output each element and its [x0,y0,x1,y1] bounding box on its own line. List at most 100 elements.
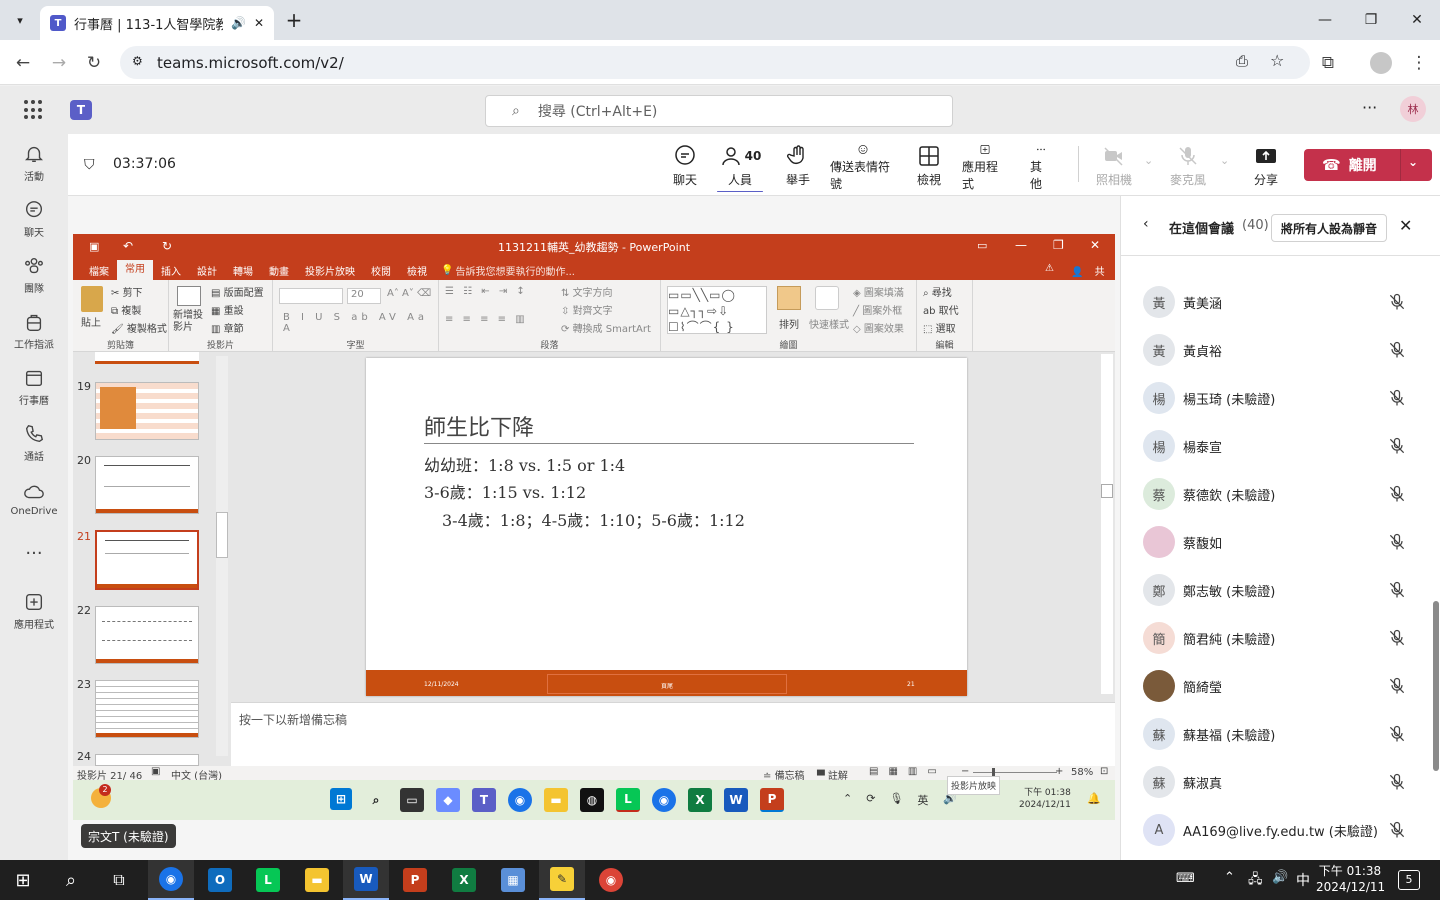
section-button[interactable]: ▥ 章節 [211,320,244,335]
taskbar-excel[interactable]: X [441,860,487,900]
participant-row[interactable]: 黃黃美涵 [1121,278,1421,326]
more-button[interactable]: 其他 [1030,144,1052,192]
arrange-label[interactable]: 排列 [779,316,799,331]
rail-item-chat[interactable]: 聊天 [0,192,68,246]
save-icon[interactable]: ▣ [89,240,99,253]
collapse-chevron-icon[interactable]: ‹ [1143,216,1149,232]
participant-row[interactable]: 簡綺瑩 [1121,662,1421,710]
mic-off-icon[interactable] [1387,820,1407,840]
smartart-button[interactable]: ⟳ 轉換成 SmartArt [561,320,651,335]
edit-scrollbar[interactable] [1101,354,1113,694]
slide-title[interactable]: 師生比下降 [424,410,534,442]
participant-row[interactable]: 蘇蘇淑真 [1121,758,1421,806]
taskbar-explorer[interactable]: ▬ [294,860,340,900]
bookmark-star-icon[interactable]: ☆ [1270,51,1284,70]
windows-start-icon[interactable]: ⊞ [0,860,46,900]
rail-item-onedrive[interactable]: OneDrive [0,472,68,526]
copy-button[interactable]: ⧉ 複製 [111,302,141,317]
close-window-button[interactable]: ✕ [1394,0,1440,40]
browser-menu-icon[interactable]: ⋮ [1404,48,1434,78]
volume-icon[interactable]: 🔊 [1272,870,1288,885]
participant-row[interactable]: 鄭鄭志敏 (未驗證) [1121,566,1421,614]
font-name-box[interactable] [279,288,343,304]
scroll-thumb[interactable] [216,512,228,558]
mic-options-chevron-icon[interactable]: ⌄ [1220,154,1229,167]
thumbnails-scrollbar[interactable] [216,356,228,756]
audio-icon[interactable]: 🔊 [231,16,246,30]
select-button[interactable]: ⬚ 選取 [923,320,956,335]
find-button[interactable]: ⌕ 尋找 [923,284,952,299]
zoom-slider[interactable] [973,772,1057,773]
start-icon[interactable]: ⊞ [330,788,352,810]
slide-thumbnail[interactable] [95,382,199,440]
notification-bell-icon[interactable]: 🔔 [1087,792,1101,805]
notes-pane[interactable]: 按一下以新增備忘稿 [231,702,1115,766]
taskbar-powerpoint[interactable]: P [392,860,438,900]
align-text-button[interactable]: ⇳ 對齊文字 [561,302,613,317]
slide-canvas[interactable]: 師生比下降 幼幼班：1:8 vs. 1:5 or 1:4 3-6歲：1:15 v… [366,358,967,696]
line-icon[interactable]: L [616,788,640,812]
slide-thumbnail[interactable] [95,680,199,738]
share-button[interactable]: 分享 [1254,144,1278,192]
fit-window-icon[interactable]: ⊡ [1100,766,1108,777]
back-button[interactable]: ← [8,48,38,78]
leave-button[interactable]: ☎ 離開 ⌄ [1304,149,1432,181]
new-tab-button[interactable]: + [282,8,306,32]
rail-item-assignments[interactable]: 工作指派 [0,304,68,358]
taskbar-chrome-2[interactable]: ◉ [588,860,634,900]
participant-row[interactable]: 簡簡君純 (未驗證) [1121,614,1421,662]
slide-thumbnail[interactable] [95,352,199,364]
tab-transitions[interactable]: 轉場 [225,263,261,278]
redo-icon[interactable]: ↻ [162,239,172,253]
taskbar-outlook[interactable]: O [197,860,243,900]
taskbar-chrome[interactable]: ◉ [148,860,194,900]
mic-off-icon[interactable] [1387,772,1407,792]
taskbar-sticky-notes[interactable]: ✎ [539,860,585,900]
ppt-close-icon[interactable]: ✕ [1090,238,1100,252]
participant-row[interactable]: 蔡馥如 [1121,518,1421,566]
quick-styles-label[interactable]: 快速樣式 [809,316,849,331]
extensions-icon[interactable]: ⧉ [1313,48,1343,78]
quick-styles-icon[interactable] [815,286,839,310]
user-avatar[interactable]: 林 [1400,96,1426,122]
cut-button[interactable]: ✂ 剪下 [111,284,143,299]
slide-thumbnail-selected[interactable] [95,530,199,590]
taskbar-search-icon[interactable]: ⌕ [48,860,94,900]
forward-button[interactable]: → [44,48,74,78]
reset-button[interactable]: ▦ 重設 [211,302,244,317]
mic-off-icon[interactable] [1387,484,1407,504]
paste-label[interactable]: 貼上 [81,314,101,329]
chrome-icon[interactable]: ◉ [652,788,676,812]
shapes-gallery[interactable]: ▭▭╲╲▭◯ ▭△┐┐⇨⇩ ☐⌇⌒⌒{ } [667,286,767,334]
rail-item-teams[interactable]: 團隊 [0,248,68,302]
participant-row[interactable]: 蘇蘇基福 (未驗證) [1121,710,1421,758]
rail-item-apps[interactable]: 應用程式 [0,584,68,638]
excel-icon[interactable]: X [688,788,712,812]
text-direction-button[interactable]: ⇅ 文字方向 [561,284,613,299]
ppt-minimize-icon[interactable]: — [1015,238,1027,252]
system-clock[interactable]: 下午 01:38 2024/12/11 [1316,863,1385,895]
app-launcher-icon[interactable] [24,100,44,120]
more-options-icon[interactable]: ··· [1362,98,1377,117]
raise-hand-button[interactable]: 舉手 [785,144,811,192]
replace-button[interactable]: ab 取代 [923,302,959,317]
font-style-icons[interactable]: B I U S ab AV Aa A [283,312,438,334]
ribbon-options-icon[interactable]: ▭ [977,239,987,252]
shape-effects-button[interactable]: ◇ 圖案效果 [853,320,904,335]
participant-row[interactable]: 蔡蔡德欽 (未驗證) [1121,470,1421,518]
taskbar-line[interactable]: L [245,860,291,900]
mute-all-button[interactable]: 將所有人設為靜音 [1271,214,1388,242]
rail-item-calendar[interactable]: 行事曆 [0,360,68,414]
tab-review[interactable]: 校閱 [363,263,399,278]
address-bar[interactable]: ⚙ teams.microsoft.com/v2/ ⎙ ☆ [120,46,1310,79]
slide-thumbnail[interactable] [95,754,199,766]
tab-insert[interactable]: 插入 [153,263,189,278]
mic-off-icon[interactable] [1387,724,1407,744]
spellcheck-icon[interactable]: ▣ [151,766,160,777]
tell-me-box[interactable]: 告訴我您想要執行的動作... [455,263,575,278]
react-button[interactable]: 傳送表情符號 [830,144,896,192]
mic-off-icon[interactable] [1387,676,1407,696]
tab-close-icon[interactable]: ✕ [254,16,264,30]
apps-button[interactable]: 應用程式 [962,144,1008,192]
maximize-button[interactable]: ❐ [1348,0,1394,40]
